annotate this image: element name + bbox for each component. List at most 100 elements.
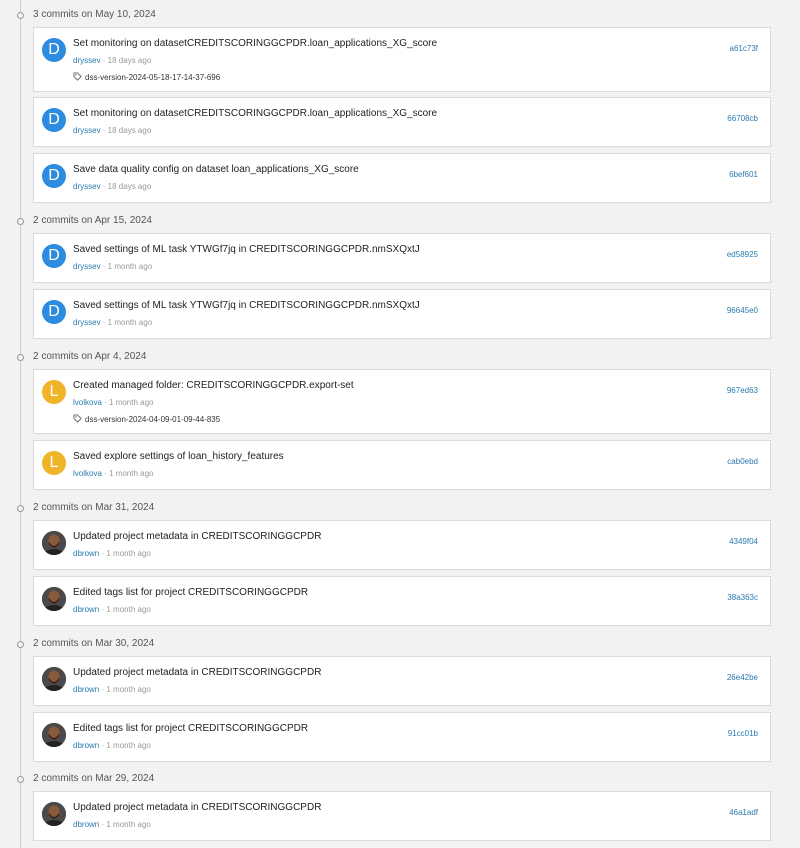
version-tag-label: dss-version-2024-04-09-01-09-44-835	[85, 415, 221, 424]
commit-meta: dbrown · 1 month ago	[73, 549, 151, 559]
commit-message[interactable]: Updated project metadata in CREDITSCORIN…	[73, 801, 321, 814]
version-tag-label: dss-version-2024-05-18-17-14-37-696	[85, 73, 221, 82]
commit-hash-link[interactable]: 6bef601	[729, 170, 758, 180]
avatar[interactable]	[42, 531, 66, 555]
commit-hash-link[interactable]: cab0ebd	[727, 457, 758, 467]
commit-hash-link[interactable]: 26e42be	[727, 673, 758, 683]
commit-message[interactable]: Saved settings of ML task YTWGf7jq in CR…	[73, 299, 420, 312]
commit-author-link[interactable]: dryssev	[73, 126, 101, 135]
commit-card[interactable]: D Save data quality config on dataset loa…	[33, 153, 771, 203]
commit-author-link[interactable]: dryssev	[73, 262, 101, 271]
meta-separator: ·	[100, 56, 108, 65]
commit-meta: dbrown · 1 month ago	[73, 605, 151, 615]
commit-author-link[interactable]: dryssev	[73, 182, 101, 191]
commit-author-link[interactable]: dbrown	[73, 741, 99, 750]
commit-time: 1 month ago	[107, 262, 153, 271]
commit-group-title: 3 commits on May 10, 2024	[33, 9, 156, 20]
commit-hash-link[interactable]: 96645e0	[727, 306, 758, 316]
avatar[interactable]: D	[42, 300, 66, 324]
commit-time: 1 month ago	[109, 398, 154, 407]
commit-meta: dbrown · 1 month ago	[73, 741, 151, 751]
commit-card[interactable]: L Created managed folder: CREDITSCORINGGC…	[33, 369, 771, 434]
commit-card[interactable]: Edited tags list for project CREDITSCORI…	[33, 576, 771, 626]
commit-time: 18 days ago	[107, 182, 152, 191]
commit-meta: dryssev · 18 days ago	[73, 56, 151, 66]
commit-card[interactable]: D Saved settings of ML task YTWGf7jq in C…	[33, 233, 771, 283]
commit-author-link[interactable]: dryssev	[73, 318, 101, 327]
commit-time: 1 month ago	[109, 469, 154, 478]
commit-message[interactable]: Saved explore settings of loan_history_f…	[73, 450, 284, 463]
commit-time: 1 month ago	[106, 685, 151, 694]
commit-message[interactable]: Set monitoring on datasetCREDITSCORINGGC…	[73, 37, 437, 50]
commit-hash-link[interactable]: 967ed63	[727, 386, 758, 396]
commit-message[interactable]: Set monitoring on datasetCREDITSCORINGGC…	[73, 107, 437, 120]
tag-icon	[73, 72, 82, 84]
commit-group-title: 2 commits on Apr 15, 2024	[33, 215, 152, 226]
commit-hash-link[interactable]: 66708cb	[727, 114, 758, 124]
timeline-dot	[17, 776, 24, 783]
commit-card[interactable]: Updated project metadata in CREDITSCORIN…	[33, 791, 771, 841]
commit-hash-link[interactable]: 46a1adf	[729, 808, 758, 818]
commit-hash-link[interactable]: ed58925	[727, 250, 758, 260]
avatar[interactable]: D	[42, 38, 66, 62]
avatar[interactable]: L	[42, 380, 66, 404]
avatar[interactable]	[42, 587, 66, 611]
timeline-dot	[17, 354, 24, 361]
commit-message[interactable]: Save data quality config on dataset loan…	[73, 163, 359, 176]
commit-time: 1 month ago	[106, 549, 151, 558]
avatar[interactable]: D	[42, 108, 66, 132]
commit-meta: dbrown · 1 month ago	[73, 685, 151, 695]
commit-card[interactable]: D Saved settings of ML task YTWGf7jq in C…	[33, 289, 771, 339]
commit-message[interactable]: Saved settings of ML task YTWGf7jq in CR…	[73, 243, 420, 256]
commit-author-link[interactable]: dbrown	[73, 549, 99, 558]
timeline-dot	[17, 505, 24, 512]
commit-card[interactable]: Updated project metadata in CREDITSCORIN…	[33, 656, 771, 706]
commit-message[interactable]: Updated project metadata in CREDITSCORIN…	[73, 530, 321, 543]
commit-group-title: 2 commits on Mar 29, 2024	[33, 773, 155, 784]
commit-author-link[interactable]: dbrown	[73, 685, 99, 694]
commit-meta: dryssev · 1 month ago	[73, 262, 152, 272]
commit-message[interactable]: Updated project metadata in CREDITSCORIN…	[73, 666, 321, 679]
avatar[interactable]: D	[42, 164, 66, 188]
meta-separator: ·	[100, 262, 108, 271]
commit-hash-link[interactable]: 38a363c	[727, 593, 758, 603]
commit-card[interactable]: Edited tags list for project CREDITSCORI…	[33, 712, 771, 762]
commit-time: 18 days ago	[107, 56, 152, 65]
version-tag: dss-version-2024-04-09-01-09-44-835	[73, 414, 220, 426]
commit-author-link[interactable]: dryssev	[73, 56, 101, 65]
commit-card[interactable]: Updated project metadata in CREDITSCORIN…	[33, 520, 771, 570]
commit-time: 1 month ago	[107, 318, 153, 327]
commit-card[interactable]: L Saved explore settings of loan_history_…	[33, 440, 771, 490]
commit-card[interactable]: D Set monitoring on datasetCREDITSCORINGG…	[33, 27, 771, 92]
commit-message[interactable]: Edited tags list for project CREDITSCORI…	[73, 722, 308, 735]
tag-icon	[73, 414, 82, 426]
commit-message[interactable]: Edited tags list for project CREDITSCORI…	[73, 586, 308, 599]
commit-time: 18 days ago	[107, 126, 152, 135]
commit-author-link[interactable]: dbrown	[73, 605, 99, 614]
meta-separator: ·	[101, 398, 110, 407]
avatar[interactable]	[42, 667, 66, 691]
timeline-line	[20, 0, 21, 848]
meta-separator: ·	[100, 126, 108, 135]
commit-meta: dryssev · 1 month ago	[73, 318, 152, 328]
commit-card[interactable]: D Set monitoring on datasetCREDITSCORINGG…	[33, 97, 771, 147]
commit-author-link[interactable]: dbrown	[73, 820, 99, 829]
timeline-dot	[17, 641, 24, 648]
commit-hash-link[interactable]: a61c73f	[730, 44, 758, 54]
commit-timeline: 3 commits on May 10, 2024 D Set monitoring…	[0, 0, 800, 848]
commit-author-link[interactable]: lvolkova	[73, 398, 102, 407]
avatar[interactable]	[42, 723, 66, 747]
avatar[interactable]: L	[42, 451, 66, 475]
commit-author-link[interactable]: lvolkova	[73, 469, 102, 478]
commit-group-title: 2 commits on Apr 4, 2024	[33, 351, 147, 362]
avatar[interactable]	[42, 802, 66, 826]
commit-time: 1 month ago	[106, 605, 151, 614]
commit-hash-link[interactable]: 4349f04	[729, 537, 758, 547]
commit-hash-link[interactable]: 91cc01b	[728, 729, 758, 739]
commit-message[interactable]: Created managed folder: CREDITSCORINGGCP…	[73, 379, 354, 392]
meta-separator: ·	[101, 469, 110, 478]
timeline-dot	[17, 218, 24, 225]
commit-group-title: 2 commits on Mar 31, 2024	[33, 502, 155, 513]
version-tag: dss-version-2024-05-18-17-14-37-696	[73, 72, 220, 84]
avatar[interactable]: D	[42, 244, 66, 268]
